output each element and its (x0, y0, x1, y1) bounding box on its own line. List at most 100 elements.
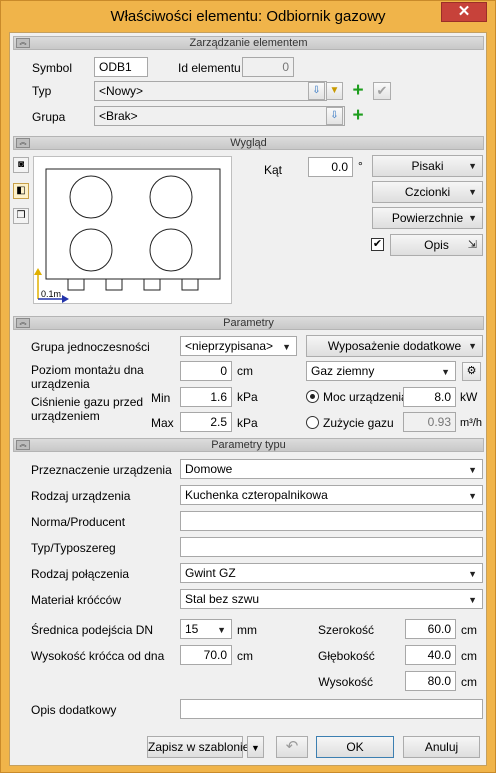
material-label: Materiał króćców (31, 593, 122, 607)
series-label: Typ/Typoszereg (31, 541, 116, 555)
power-label: Moc urządzenia (323, 390, 408, 404)
dropdown-arrow-icon: ▼ (468, 187, 477, 197)
add-type-icon[interactable]: + (349, 81, 367, 100)
width-label: Szerokość (318, 623, 375, 637)
height-label: Wysokość (318, 675, 373, 689)
series-input[interactable] (180, 537, 483, 557)
diameter-unit: mm (237, 623, 257, 637)
surfaces-button[interactable]: Powierzchnie ▼ (372, 207, 483, 229)
chevron-down-icon: ▼ (468, 465, 477, 475)
stub-height-input[interactable]: 70.0 (180, 645, 232, 665)
description-checkbox[interactable]: ✔ (371, 238, 384, 251)
add-group-icon[interactable]: + (349, 106, 367, 125)
type-label: Typ (32, 84, 52, 98)
connection-select[interactable]: Gwint GZ ▼ (180, 563, 483, 583)
depth-input[interactable]: 40.0 (405, 645, 456, 665)
description-button[interactable]: Opis ⇲ (390, 234, 483, 256)
dialog-window: Właściwości elementu: Odbiornik gazowy ✕… (0, 0, 496, 773)
fonts-button-label: Czcionki (404, 185, 451, 199)
section-header-management[interactable]: ︽ Zarządzanie elementem (13, 36, 484, 50)
pens-button-label: Pisaki (411, 159, 444, 173)
additional-input[interactable] (180, 699, 483, 719)
description-button-label: Opis (424, 238, 449, 252)
pressure-label: Ciśnienie gazu przed urządzeniem (31, 395, 144, 423)
angle-label: Kąt (264, 163, 283, 177)
fonts-button[interactable]: Czcionki ▼ (372, 181, 483, 203)
norm-input[interactable] (180, 511, 483, 531)
cancel-button[interactable]: Anuluj (403, 736, 480, 758)
mount-level-label: Poziom montażu dna urządzenia (31, 363, 144, 391)
chevron-down-icon: ▼ (217, 625, 226, 635)
chevron-down-icon: ▼ (468, 491, 477, 501)
chevron-down-icon: ▼ (282, 342, 291, 352)
purpose-label: Przeznaczenie urządzenia (31, 463, 172, 477)
extra-equipment-button[interactable]: Wyposażenie dodatkowe ▼ (306, 335, 483, 357)
chevron-down-icon: ▼ (251, 743, 260, 753)
section-header-type-parameters[interactable]: ︽ Parametry typu (13, 438, 484, 452)
connection-label: Rodzaj połączenia (31, 567, 130, 581)
kind-select[interactable]: Kuchenka czteropalnikowa ▼ (180, 485, 483, 505)
material-value: Stal bez szwu (185, 592, 260, 606)
power-input[interactable]: 8.0 (403, 387, 456, 407)
max-pressure-unit: kPa (237, 416, 258, 430)
undo-button[interactable]: ↶ (276, 736, 308, 758)
purpose-select[interactable]: Domowe ▼ (180, 459, 483, 479)
height-unit: cm (461, 675, 477, 689)
group-label: Grupa (32, 110, 66, 124)
angle-unit: ° (358, 159, 363, 173)
plan-view-icon[interactable]: ◧ (13, 183, 29, 199)
kind-value: Kuchenka czteropalnikowa (185, 488, 328, 502)
section-header-appearance[interactable]: ︽ Wygląd (13, 136, 484, 150)
gas-type-select[interactable]: Gaz ziemny ▼ (306, 361, 456, 381)
material-select[interactable]: Stal bez szwu ▼ (180, 589, 483, 609)
id-field: 0 (242, 57, 294, 77)
symbol-input[interactable]: ODB1 (94, 57, 148, 77)
close-button[interactable]: ✕ (441, 2, 487, 22)
width-input[interactable]: 60.0 (405, 619, 456, 639)
power-radio[interactable] (306, 390, 319, 403)
export-icon: ⇲ (467, 239, 477, 251)
consumption-label: Zużycie gazu (323, 416, 394, 430)
unit-group-label: Grupa jednoczesności (31, 340, 150, 354)
extra-equipment-label: Wyposażenie dodatkowe (327, 339, 462, 353)
group-field: <Brak> (94, 106, 345, 126)
save-template-button[interactable]: Zapisz w szablonie (147, 736, 249, 758)
height-input[interactable]: 80.0 (405, 671, 456, 691)
load-icon[interactable]: ⇩ (308, 82, 325, 100)
angle-input[interactable]: 0.0 (308, 157, 353, 177)
power-unit: kW (460, 390, 478, 404)
confirm-check-icon[interactable]: ✔ (373, 82, 391, 100)
diameter-value: 15 (185, 622, 199, 636)
save-template-menu-button[interactable]: ▼ (247, 736, 264, 758)
symbol-label: Symbol (32, 61, 73, 75)
gas-settings-icon[interactable]: ⚙ (462, 362, 481, 381)
title-bar[interactable]: Właściwości elementu: Odbiornik gazowy ✕ (1, 1, 495, 31)
load-group-icon[interactable]: ⇩ (326, 107, 343, 125)
symbol-preview: 0.1m (33, 156, 232, 304)
mount-level-input[interactable]: 0 (180, 361, 232, 381)
bookmark-icon[interactable]: ▼ (326, 82, 343, 100)
connection-value: Gwint GZ (185, 566, 236, 580)
chevron-down-icon: ▼ (468, 569, 477, 579)
pens-button[interactable]: Pisaki ▼ (372, 155, 483, 177)
dialog-body: ︽ Zarządzanie elementem Symbol ODB1 Id e… (9, 32, 487, 766)
section-title: Wygląd (230, 137, 267, 149)
section-header-parameters[interactable]: ︽ Parametry (13, 316, 484, 330)
unit-group-value: <nieprzypisana> (185, 339, 274, 353)
min-pressure-input[interactable]: 1.6 (180, 387, 232, 407)
chevron-down-icon: ▼ (441, 367, 450, 377)
consumption-radio[interactable] (306, 416, 319, 429)
ok-button[interactable]: OK (316, 736, 394, 758)
unit-group-select[interactable]: <nieprzypisana> ▼ (180, 336, 297, 356)
dropdown-arrow-icon: ▼ (468, 341, 477, 351)
3d-view-icon[interactable]: ❒ (13, 208, 29, 224)
stub-height-label: Wysokość króćca od dna (31, 649, 165, 663)
section-title: Zarządzanie elementem (189, 37, 308, 49)
camera-icon[interactable]: ◙ (13, 157, 29, 173)
diameter-select[interactable]: 15 ▼ (180, 619, 232, 639)
section-title: Parametry (223, 317, 274, 329)
max-pressure-input[interactable]: 2.5 (180, 412, 232, 432)
diameter-label: Średnica podejścia DN (31, 623, 154, 637)
chevron-down-icon: ▼ (468, 595, 477, 605)
consumption-field: 0.93 (403, 412, 456, 432)
